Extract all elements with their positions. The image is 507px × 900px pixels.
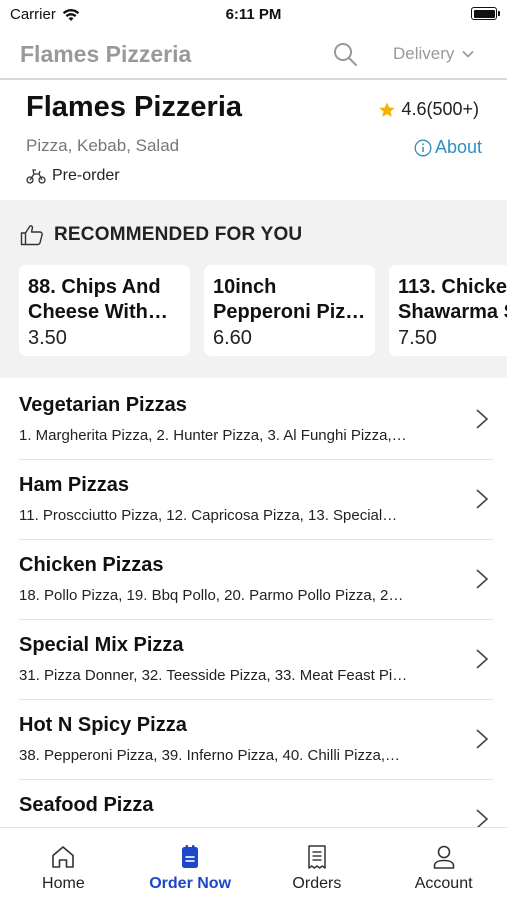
status-time: 6:11 PM	[225, 6, 282, 23]
chevron-right-icon	[476, 809, 489, 827]
recommended-item-price: 7.50	[398, 327, 437, 349]
recommended-item[interactable]: 88. Chips And Cheese With… 3.50	[19, 265, 190, 356]
recommended-item-name: 113. Chicken Shawarma S	[398, 276, 507, 323]
receipt-icon	[308, 845, 326, 869]
category-row[interactable]: Special Mix Pizza 31. Pizza Donner, 32. …	[0, 620, 507, 700]
tab-bar: Home Order Now Orders Account	[0, 827, 507, 900]
category-row[interactable]: Seafood Pizza	[0, 780, 507, 827]
nav-title: Flames Pizzeria	[20, 41, 192, 67]
about-label: About	[434, 137, 482, 157]
recommended-item-name: 88. Chips And Cheese With…	[28, 276, 168, 323]
rating: 4.6(500+)	[378, 99, 479, 120]
rating-value: 4.6(500+)	[401, 99, 479, 119]
recommended-item-price: 3.50	[28, 327, 67, 349]
category-title: Vegetarian Pizzas	[19, 394, 187, 416]
search-icon[interactable]	[332, 41, 358, 67]
category-title: Hot N Spicy Pizza	[19, 714, 187, 736]
recommended-carousel[interactable]: 88. Chips And Cheese With… 3.50 10inch P…	[19, 265, 507, 356]
tab-orders-label: Orders	[292, 875, 342, 892]
category-description: 18. Pollo Pizza, 19. Bbq Pollo, 20. Parm…	[19, 587, 404, 604]
star-icon	[379, 101, 396, 117]
recommended-item[interactable]: 113. Chicken Shawarma S 7.50	[389, 265, 507, 356]
category-description: 31. Pizza Donner, 32. Teesside Pizza, 33…	[19, 667, 408, 684]
delivery-label: Delivery	[393, 44, 455, 63]
thumbs-up-icon	[20, 225, 43, 246]
delivery-selector[interactable]: Delivery	[393, 44, 474, 64]
battery-icon	[471, 7, 500, 20]
chevron-right-icon	[476, 569, 489, 589]
tab-home-label: Home	[42, 875, 85, 892]
category-row[interactable]: Vegetarian Pizzas 1. Margherita Pizza, 2…	[0, 380, 507, 460]
scooter-icon	[26, 169, 46, 184]
recommended-item-name: 10inch Pepperoni Piz…	[213, 276, 366, 323]
category-row[interactable]: Hot N Spicy Pizza 38. Pepperoni Pizza, 3…	[0, 700, 507, 780]
recommended-section: RECOMMENDED FOR YOU 88. Chips And Cheese…	[0, 200, 507, 378]
home-icon	[52, 846, 75, 868]
recommended-item-price: 6.60	[213, 327, 252, 349]
about-link[interactable]: About	[414, 137, 482, 158]
category-list: Vegetarian Pizzas 1. Margherita Pizza, 2…	[0, 380, 507, 827]
recommended-item[interactable]: 10inch Pepperoni Piz… 6.60	[204, 265, 375, 356]
restaurant-name: Flames Pizzeria	[26, 91, 242, 123]
category-description: 38. Pepperoni Pizza, 39. Inferno Pizza, …	[19, 747, 401, 764]
tab-order-now[interactable]: Order Now	[127, 828, 254, 900]
nav-header: Flames Pizzeria Delivery	[0, 30, 507, 80]
recommended-header: RECOMMENDED FOR YOU	[20, 224, 302, 246]
category-row[interactable]: Chicken Pizzas 18. Pollo Pizza, 19. Bbq …	[0, 540, 507, 620]
recommended-title: RECOMMENDED FOR YOU	[54, 224, 303, 245]
tab-order-now-label: Order Now	[149, 875, 232, 892]
chevron-right-icon	[476, 489, 489, 509]
category-title: Ham Pizzas	[19, 474, 130, 496]
category-title: Special Mix Pizza	[19, 634, 184, 656]
category-description: 1. Margherita Pizza, 2. Hunter Pizza, 3.…	[19, 427, 407, 444]
category-title: Chicken Pizzas	[19, 554, 164, 576]
cuisine-list: Pizza, Kebab, Salad	[26, 136, 180, 155]
preorder-info: Pre-order	[26, 167, 120, 185]
info-icon	[414, 139, 432, 156]
chevron-down-icon	[462, 50, 474, 58]
category-title: Seafood Pizza	[19, 794, 154, 816]
preorder-label: Pre-order	[52, 167, 120, 184]
chevron-right-icon	[476, 649, 489, 669]
status-bar: Carrier 6:11 PM	[0, 0, 507, 30]
tab-account-label: Account	[414, 875, 473, 892]
restaurant-info: Flames Pizzeria 4.6(500+) Pizza, Kebab, …	[0, 82, 507, 200]
tab-orders[interactable]: Orders	[254, 828, 381, 900]
category-description: 11. Proscciutto Pizza, 12. Capricosa Piz…	[19, 507, 398, 524]
category-row[interactable]: Ham Pizzas 11. Proscciutto Pizza, 12. Ca…	[0, 460, 507, 540]
chevron-right-icon	[476, 729, 489, 749]
tab-home[interactable]: Home	[0, 828, 127, 900]
chevron-right-icon	[476, 409, 489, 429]
order-icon	[182, 845, 199, 868]
person-icon	[433, 845, 454, 869]
tab-account[interactable]: Account	[380, 828, 507, 900]
